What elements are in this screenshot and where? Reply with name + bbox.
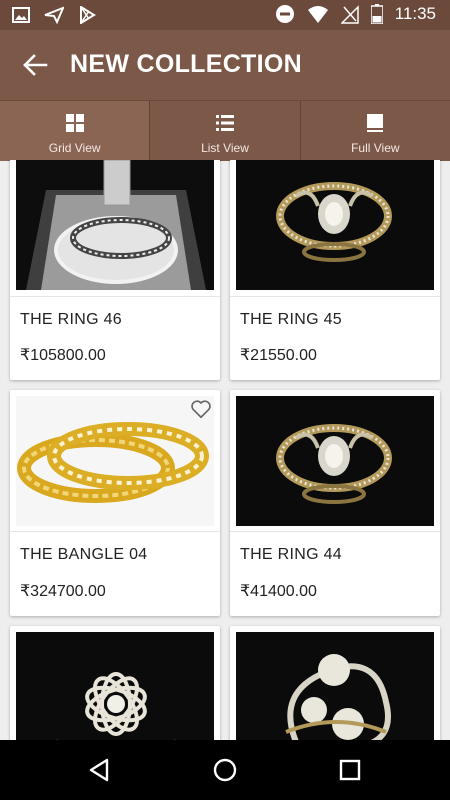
do-not-disturb-icon [275,5,294,23]
product-image [236,160,434,290]
product-price: ₹21550.00 [240,347,317,364]
product-name: THE RING 45 [240,311,342,328]
view-tabs: Grid View List View Full View [0,100,450,161]
card-divider [10,531,220,532]
product-card[interactable]: THE RING 45 ₹21550.00 [230,160,440,380]
system-nav-bar [0,740,450,800]
list-icon [215,115,234,131]
card-divider [230,531,440,532]
product-image [16,396,214,526]
product-price: ₹105800.00 [20,347,106,364]
back-triangle-icon[interactable] [86,756,114,784]
tab-label: Full View [351,141,400,155]
card-divider [10,296,220,297]
no-signal-icon [340,5,359,24]
tab-label: Grid View [48,141,101,155]
product-price: ₹41400.00 [240,583,317,600]
grid-icon [65,114,84,132]
product-card[interactable]: THE RING 46 ₹105800.00 [10,160,220,380]
product-image [236,396,434,526]
image-icon [12,7,30,23]
tab-full-view[interactable]: Full View [301,101,450,161]
product-card[interactable]: THE RING 44 ₹41400.00 [230,390,440,616]
wifi-icon [307,6,328,23]
page-title: NEW COLLECTION [70,50,302,78]
product-image [16,160,214,290]
tab-grid-view[interactable]: Grid View [0,101,151,161]
app-toolbar: NEW COLLECTION [0,30,450,100]
card-divider [230,296,440,297]
home-circle-icon[interactable] [211,756,239,784]
product-name: THE RING 44 [240,546,342,563]
product-name: THE RING 46 [20,311,122,328]
product-card[interactable] [230,626,440,740]
tab-label: List View [201,141,249,155]
recents-square-icon[interactable] [336,756,364,784]
battery-icon [370,4,383,24]
product-card[interactable]: THE BANGLE 04 ₹324700.00 [10,390,220,616]
status-bar: 11:35 [0,0,450,30]
send-icon [44,6,64,24]
product-name: THE BANGLE 04 [20,546,148,563]
play-store-icon [80,6,96,24]
product-image [16,632,214,740]
full-view-icon [367,114,384,132]
arrow-left-icon[interactable] [22,52,48,78]
product-card[interactable] [10,626,220,740]
product-image [236,632,434,740]
status-time: 11:35 [394,4,436,23]
tab-list-view[interactable]: List View [150,101,301,161]
heart-icon[interactable] [190,398,212,420]
product-price: ₹324700.00 [20,583,106,600]
product-grid: THE RING 46 ₹105800.00 THE RING 45 ₹2155… [0,160,450,740]
